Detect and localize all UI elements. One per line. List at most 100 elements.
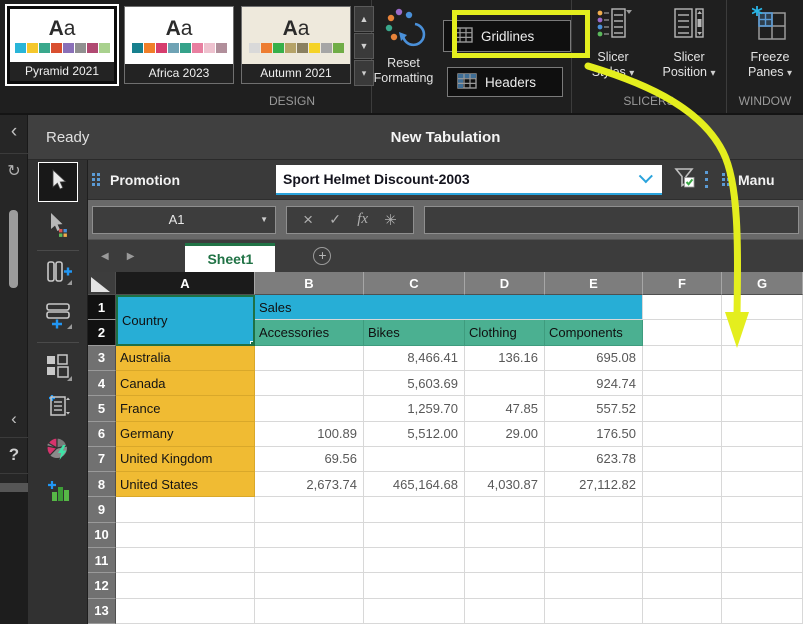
empty-cell[interactable]	[643, 472, 722, 497]
empty-cell[interactable]	[255, 599, 364, 624]
value-cell[interactable]: 69.56	[255, 447, 364, 472]
column-header-d[interactable]: D	[465, 272, 545, 295]
sheet-tab-active[interactable]: Sheet1	[185, 243, 275, 272]
row-header-2[interactable]: 2	[88, 320, 116, 345]
category-header-cell[interactable]: Bikes	[364, 320, 465, 345]
empty-cell[interactable]	[722, 422, 803, 447]
value-cell[interactable]: 557.52	[545, 396, 643, 421]
empty-cell[interactable]	[116, 497, 255, 522]
empty-cell[interactable]	[722, 295, 803, 320]
value-cell[interactable]	[465, 371, 545, 396]
help-button[interactable]: ?	[0, 445, 28, 465]
empty-cell[interactable]	[722, 346, 803, 371]
value-cell[interactable]	[255, 346, 364, 371]
bar-chart-tool-button[interactable]	[44, 476, 72, 509]
country-cell[interactable]: United Kingdom	[116, 447, 255, 472]
row-header-6[interactable]: 6	[88, 422, 116, 447]
value-cell[interactable]: 1,259.70	[364, 396, 465, 421]
add-list-tool-button[interactable]	[43, 390, 73, 425]
row-header-8[interactable]: 8	[88, 472, 116, 497]
value-cell[interactable]: 176.50	[545, 422, 643, 447]
value-cell[interactable]	[255, 371, 364, 396]
prev-sheet-button[interactable]: ◀	[92, 251, 118, 262]
row-header-7[interactable]: 7	[88, 447, 116, 472]
column-header-c[interactable]: C	[364, 272, 465, 295]
drag-handle-icon[interactable]	[722, 173, 730, 186]
scrollbar-track-end[interactable]	[0, 483, 28, 492]
empty-cell[interactable]	[116, 599, 255, 624]
category-header-cell[interactable]: Components	[545, 320, 643, 345]
fill-handle[interactable]	[250, 341, 255, 346]
empty-cell[interactable]	[722, 447, 803, 472]
drag-handle-icon[interactable]	[92, 173, 100, 186]
value-cell[interactable]	[255, 396, 364, 421]
value-cell[interactable]: 8,466.41	[364, 346, 465, 371]
empty-cell[interactable]	[722, 548, 803, 573]
slicer-styles-button[interactable]: Slicer Styles ▾	[578, 0, 648, 81]
reset-formatting-button[interactable]: Reset Formatting	[372, 0, 435, 86]
empty-cell[interactable]	[255, 497, 364, 522]
gridlines-button[interactable]: Gridlines	[443, 20, 571, 52]
value-cell[interactable]: 2,673.74	[255, 472, 364, 497]
ai-assistant-button[interactable]: ✳	[384, 211, 397, 229]
empty-cell[interactable]	[545, 548, 643, 573]
value-cell[interactable]: 29.00	[465, 422, 545, 447]
country-cell[interactable]: Canada	[116, 371, 255, 396]
country-cell[interactable]: Australia	[116, 346, 255, 371]
empty-cell[interactable]	[545, 599, 643, 624]
empty-cell[interactable]	[722, 371, 803, 396]
empty-cell[interactable]	[545, 497, 643, 522]
empty-cell[interactable]	[465, 548, 545, 573]
empty-cell[interactable]	[116, 548, 255, 573]
empty-cell[interactable]	[722, 320, 803, 345]
value-cell[interactable]: 5,603.69	[364, 371, 465, 396]
column-header-a[interactable]: A	[116, 272, 255, 295]
promotion-dropdown[interactable]: Sport Helmet Discount-2003	[276, 165, 662, 195]
smart-select-tool-button[interactable]	[43, 210, 73, 245]
value-cell[interactable]: 924.74	[545, 371, 643, 396]
theme-card-africa[interactable]: Aa Africa 2023	[124, 6, 234, 84]
value-cell[interactable]: 136.16	[465, 346, 545, 371]
empty-cell[interactable]	[364, 523, 465, 548]
gallery-scroll-up-button[interactable]: ▲	[354, 6, 374, 32]
empty-cell[interactable]	[722, 523, 803, 548]
add-row-tool-button[interactable]	[43, 300, 73, 335]
name-box[interactable]: A1 ▼	[92, 206, 276, 234]
empty-cell[interactable]	[722, 599, 803, 624]
country-cell[interactable]: Germany	[116, 422, 255, 447]
theme-card-autumn[interactable]: Aa Autumn 2021	[241, 6, 351, 84]
empty-cell[interactable]	[643, 396, 722, 421]
empty-cell[interactable]	[545, 523, 643, 548]
empty-cell[interactable]	[465, 523, 545, 548]
formula-input[interactable]	[424, 206, 799, 234]
empty-cell[interactable]	[643, 346, 722, 371]
merged-title-cell[interactable]: Country	[116, 295, 255, 346]
row-header-4[interactable]: 4	[88, 371, 116, 396]
cancel-entry-button[interactable]: ×	[303, 210, 313, 230]
headers-button[interactable]: Headers	[447, 67, 563, 97]
value-cell[interactable]	[465, 447, 545, 472]
empty-cell[interactable]	[465, 497, 545, 522]
country-cell[interactable]: France	[116, 396, 255, 421]
empty-cell[interactable]	[722, 497, 803, 522]
row-header-5[interactable]: 5	[88, 396, 116, 421]
value-cell[interactable]: 465,164.68	[364, 472, 465, 497]
empty-cell[interactable]	[643, 447, 722, 472]
add-column-tool-button[interactable]	[43, 258, 73, 293]
empty-cell[interactable]	[364, 599, 465, 624]
group-header-cell[interactable]: Sales	[255, 295, 643, 320]
empty-cell[interactable]	[364, 548, 465, 573]
row-header-1[interactable]: 1	[88, 295, 116, 320]
row-header-13[interactable]: 13	[88, 599, 116, 624]
empty-cell[interactable]	[722, 573, 803, 598]
row-header-10[interactable]: 10	[88, 523, 116, 548]
empty-cell[interactable]	[643, 599, 722, 624]
value-cell[interactable]: 27,112.82	[545, 472, 643, 497]
empty-cell[interactable]	[255, 573, 364, 598]
empty-cell[interactable]	[465, 573, 545, 598]
empty-cell[interactable]	[255, 523, 364, 548]
empty-cell[interactable]	[643, 422, 722, 447]
layout-blocks-tool-button[interactable]	[43, 352, 73, 387]
slicer-position-button[interactable]: Slicer Position ▾	[654, 0, 724, 81]
column-header-f[interactable]: F	[643, 272, 722, 295]
